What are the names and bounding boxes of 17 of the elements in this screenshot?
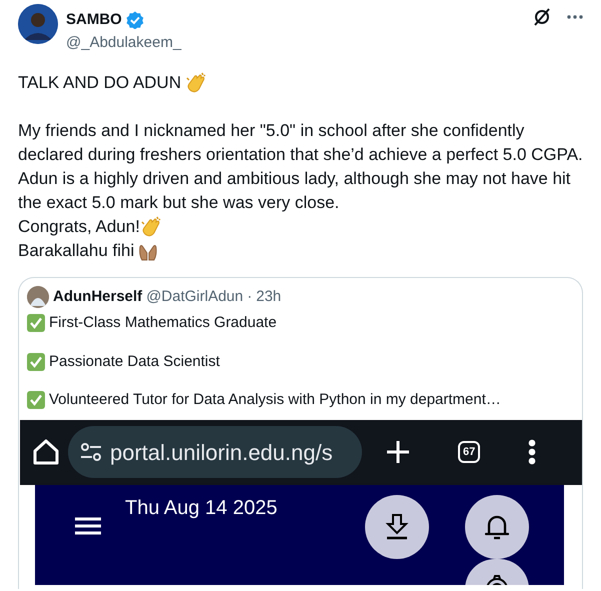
quote-line: Passionate Data Scientist [49, 352, 220, 372]
date-text: Thu Aug 14 2025 [125, 496, 278, 520]
tab-count: 67 [458, 440, 480, 464]
closing-text: Barakallahu fihi [18, 240, 134, 262]
author-handle[interactable]: @_Abdulakeem_ [66, 32, 182, 54]
congrats-text: Congrats, Adun! [18, 216, 140, 238]
quote-author: AdunHerself [53, 286, 142, 306]
quote-line: Volunteered Tutor for Data Analysis with Python in my department… [49, 390, 501, 410]
quote-time: 23h [256, 286, 282, 306]
author-name[interactable]: SAMBO [66, 8, 122, 32]
separator: · [247, 286, 252, 306]
quote-handle: @DatGirlAdun [146, 286, 244, 306]
post-text: My friends and I nicknamed her "5.0" in school after she confidently declared during freshers orientation that she’d achieve a perfect 5.0 CGPA. Adun is a highly driven and ambitious lady, although she may not have hit the exact 5.0 mark but she was very close. [18, 120, 583, 214]
post-title: TALK AND DO ADUN [18, 72, 182, 94]
quote-card[interactable]: AdunHerself @DatGirlAdun · 23h First-Class Mathematics Graduate Passionate Data Scientist Volunteered Tutor for Data Analysis with Python in my department… portal.unilorin.edu.ng/s 67 Thu Aug 14 2025 [18, 276, 583, 588]
quote-line: First-Class Mathematics Graduate [49, 313, 277, 333]
url-text: portal.unilorin.edu.ng/s [110, 438, 333, 467]
